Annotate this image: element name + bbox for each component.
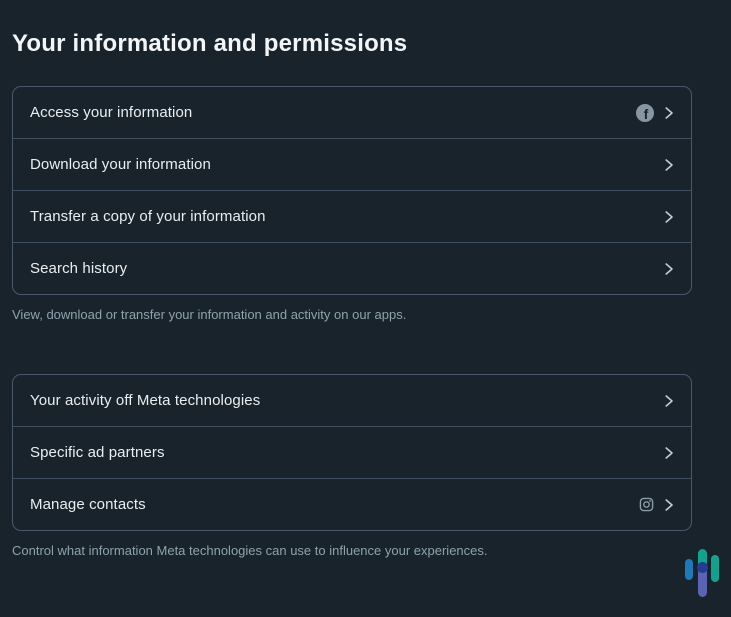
- row-trailing: [664, 262, 674, 276]
- chevron-right-icon: [664, 262, 674, 276]
- list-item-your-activity-off-meta-technologies[interactable]: Your activity off Meta technologies: [13, 375, 691, 426]
- information-list-card: Access your information f Download your …: [12, 86, 692, 295]
- meta-privacy-center-logo: [685, 549, 719, 599]
- list-item-label: Your activity off Meta technologies: [30, 392, 260, 409]
- instagram-icon: [639, 497, 654, 512]
- row-trailing: [639, 497, 674, 512]
- list-item-transfer-a-copy-of-your-information[interactable]: Transfer a copy of your information: [13, 190, 691, 242]
- logo-blue-bar: [685, 559, 693, 580]
- logo-navy-dot: [697, 562, 708, 573]
- list-item-label: Transfer a copy of your information: [30, 208, 266, 225]
- chevron-right-icon: [664, 446, 674, 460]
- list-item-download-your-information[interactable]: Download your information: [13, 138, 691, 190]
- list-item-search-history[interactable]: Search history: [13, 242, 691, 294]
- chevron-right-icon: [664, 394, 674, 408]
- facebook-icon: f: [636, 104, 654, 122]
- list-item-label: Download your information: [30, 156, 211, 173]
- chevron-right-icon: [664, 498, 674, 512]
- ads-and-contacts-list-card: Your activity off Meta technologies Spec…: [12, 374, 692, 531]
- your-information-and-permissions-page: Your information and permissions Access …: [12, 0, 692, 559]
- chevron-right-icon: [664, 158, 674, 172]
- row-trailing: f: [636, 104, 674, 122]
- list-item-label: Search history: [30, 260, 127, 277]
- list-item-label: Specific ad partners: [30, 444, 165, 461]
- chevron-right-icon: [664, 106, 674, 120]
- row-trailing: [664, 210, 674, 224]
- list-item-access-your-information[interactable]: Access your information f: [13, 87, 691, 138]
- facebook-f-glyph: f: [644, 106, 649, 122]
- chevron-right-icon: [664, 210, 674, 224]
- list-item-specific-ad-partners[interactable]: Specific ad partners: [13, 426, 691, 478]
- row-trailing: [664, 158, 674, 172]
- information-section-caption: View, download or transfer your informat…: [12, 307, 692, 323]
- row-trailing: [664, 394, 674, 408]
- list-item-manage-contacts[interactable]: Manage contacts: [13, 478, 691, 530]
- logo-teal-bar-right: [711, 555, 719, 582]
- list-item-label: Manage contacts: [30, 496, 146, 513]
- ads-section-caption: Control what information Meta technologi…: [12, 543, 692, 559]
- page-title: Your information and permissions: [12, 31, 692, 57]
- list-item-label: Access your information: [30, 104, 192, 121]
- row-trailing: [664, 446, 674, 460]
